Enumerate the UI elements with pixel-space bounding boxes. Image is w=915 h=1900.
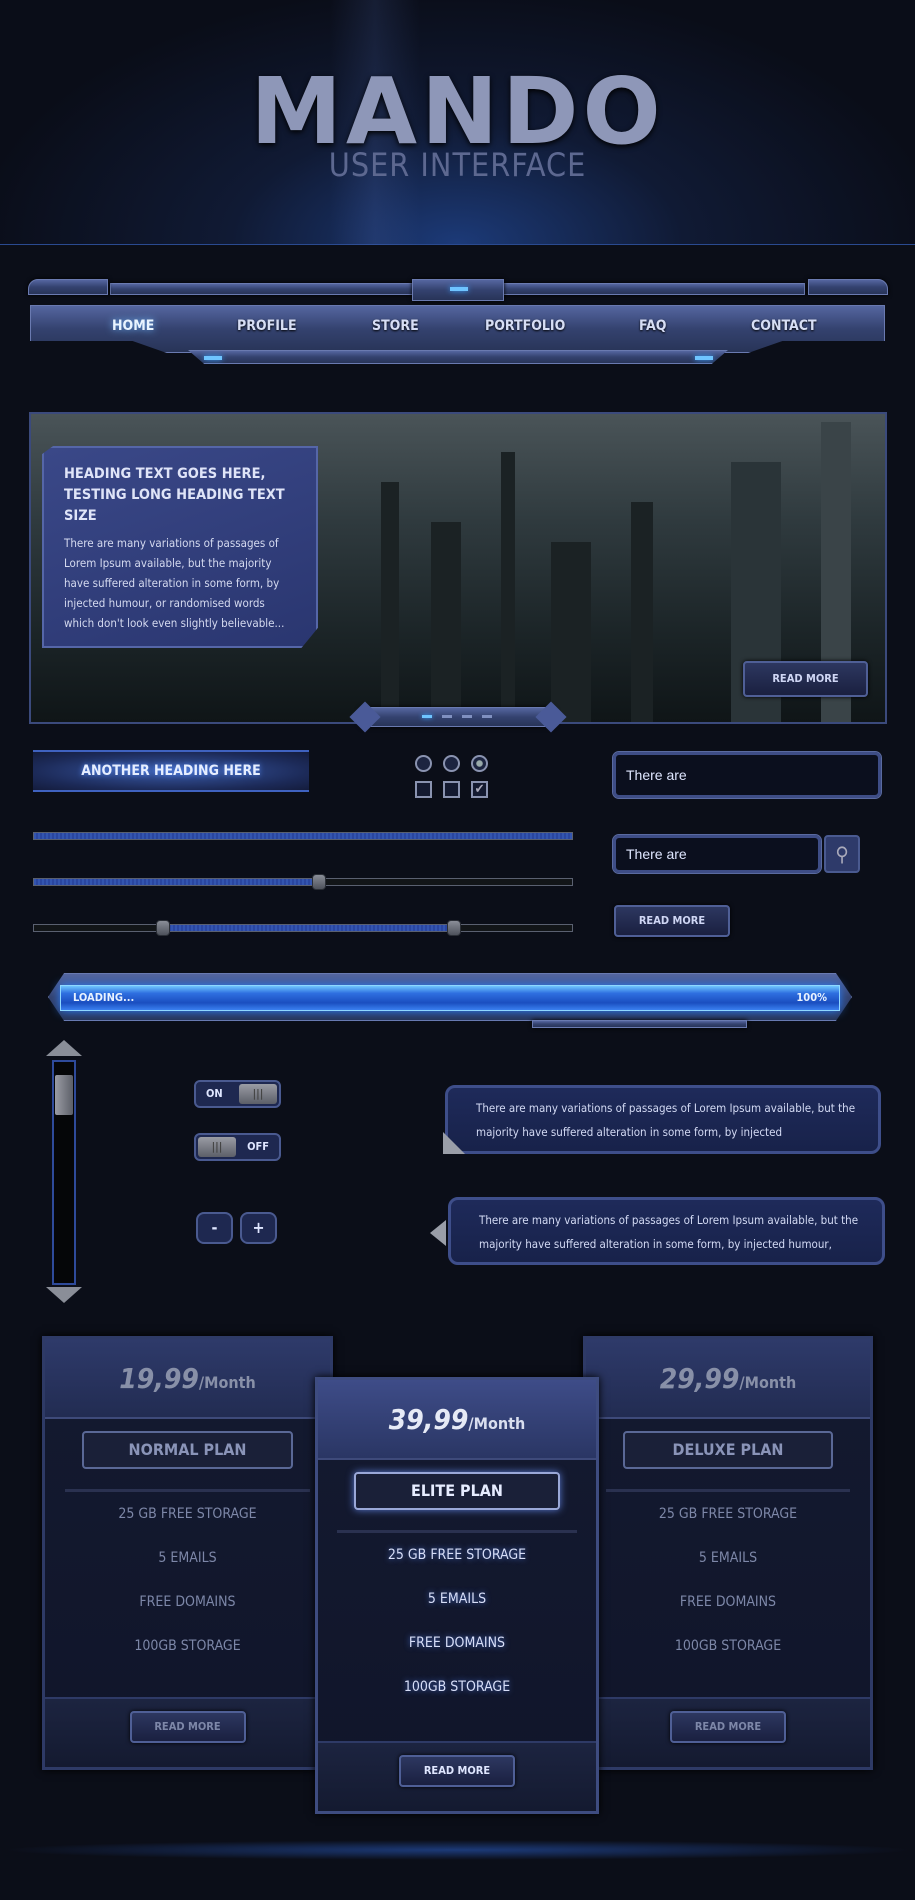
main-nav: HOME PROFILE STORE PORTFOLIO FAQ CONTACT <box>30 305 885 353</box>
toggle-off[interactable]: ||| OFF <box>194 1133 281 1161</box>
toggle-off-label: OFF <box>247 1140 269 1153</box>
radio-1[interactable] <box>415 755 432 772</box>
nav-right-cap <box>808 279 888 295</box>
plan-button[interactable]: DELUXE PLAN <box>622 1431 834 1469</box>
pricing-read-more-button[interactable]: READ MORE <box>670 1711 786 1743</box>
scroll-down-arrow-icon[interactable] <box>46 1287 82 1303</box>
progress-under-frame <box>532 1020 747 1028</box>
tooltip-2: There are many variations of passages of… <box>448 1197 885 1265</box>
slider-dot-4[interactable] <box>482 715 492 718</box>
nav-left-cap <box>28 279 108 295</box>
checkbox-3-checked[interactable]: ✔ <box>471 781 488 798</box>
feature: 25 GB FREE STORAGE <box>387 1547 527 1563</box>
progress-value: 100% <box>796 991 827 1004</box>
slider-heading: HEADING TEXT GOES HERE, TESTING LONG HEA… <box>64 466 285 524</box>
feature: 5 EMAILS <box>158 1550 217 1566</box>
price: 29,99/Month <box>586 1339 870 1419</box>
slider-thumb-max[interactable] <box>446 920 461 936</box>
price: 19,99/Month <box>45 1339 330 1419</box>
search-input[interactable] <box>612 834 822 874</box>
range-slider-full[interactable] <box>33 832 573 840</box>
pricing-card-deluxe: 29,99/Month DELUXE PLAN 25 GB FREE STORA… <box>583 1336 873 1770</box>
feature: FREE DOMAINS <box>679 1594 777 1610</box>
feature: 100GB STORAGE <box>403 1679 511 1695</box>
pricing-card-normal: 19,99/Month NORMAL PLAN 25 GB FREE STORA… <box>42 1336 333 1770</box>
tooltip-pointer-left-icon <box>430 1220 446 1246</box>
checkbox-1[interactable] <box>415 781 432 798</box>
progress-bar: LOADING... 100% <box>60 985 840 1011</box>
slider-dot-1[interactable] <box>422 715 432 718</box>
page-subtitle: USER INTERFACE <box>328 146 587 184</box>
nav-top-cap <box>412 279 504 301</box>
nav-item-profile[interactable]: PROFILE <box>237 318 297 334</box>
nav-item-home[interactable]: HOME <box>112 318 154 334</box>
feature: 100GB STORAGE <box>134 1638 241 1654</box>
radio-3-selected[interactable] <box>471 755 488 772</box>
read-more-button[interactable]: READ MORE <box>614 905 730 937</box>
feature: 5 EMAILS <box>698 1550 758 1566</box>
plan-button[interactable]: NORMAL PLAN <box>82 1431 293 1469</box>
nav-item-store[interactable]: STORE <box>372 318 419 334</box>
footer-glow <box>0 1840 915 1860</box>
feature: 25 GB FREE STORAGE <box>658 1506 798 1522</box>
plus-button[interactable]: + <box>240 1212 277 1244</box>
tooltip-pointer-icon <box>443 1132 465 1154</box>
slider-thumb-min[interactable] <box>156 920 171 936</box>
toggle-on[interactable]: ON ||| <box>194 1080 281 1108</box>
pricing-read-more-button[interactable]: READ MORE <box>399 1755 515 1787</box>
toggle-on-label: ON <box>206 1087 223 1100</box>
pricing-card-elite: 39,99/Month ELITE PLAN 25 GB FREE STORAG… <box>315 1377 599 1814</box>
range-slider-dual[interactable] <box>33 920 573 936</box>
progress-label: LOADING... <box>73 991 135 1004</box>
plan-button[interactable]: ELITE PLAN <box>354 1472 560 1510</box>
slider-pagination <box>360 707 555 727</box>
radio-2[interactable] <box>443 755 460 772</box>
slider-caption-box: HEADING TEXT GOES HERE, TESTING LONG HEA… <box>42 446 318 648</box>
slider-dot-3[interactable] <box>462 715 472 718</box>
search-icon[interactable]: ⚲ <box>824 835 860 873</box>
price: 39,99/Month <box>318 1380 596 1460</box>
feature: FREE DOMAINS <box>139 1594 236 1610</box>
slider-read-more-button[interactable]: READ MORE <box>743 661 868 697</box>
nav-item-faq[interactable]: FAQ <box>639 318 666 334</box>
feature: 100GB STORAGE <box>674 1638 782 1654</box>
section-heading: ANOTHER HEADING HERE <box>33 750 309 792</box>
scrollbar-thumb[interactable] <box>55 1075 73 1115</box>
feature: 25 GB FREE STORAGE <box>118 1506 257 1522</box>
slider-body: There are many variations of passages of… <box>64 536 285 630</box>
range-slider-single[interactable] <box>33 874 573 890</box>
minus-button[interactable]: - <box>196 1212 233 1244</box>
feature: FREE DOMAINS <box>408 1635 506 1651</box>
text-input[interactable] <box>612 751 882 799</box>
tooltip-1: There are many variations of passages of… <box>445 1085 881 1154</box>
pricing-read-more-button[interactable]: READ MORE <box>129 1711 246 1743</box>
nav-bottom-frame <box>188 350 728 364</box>
nav-item-contact[interactable]: CONTACT <box>751 318 817 334</box>
checkbox-2[interactable] <box>443 781 460 798</box>
feature: 5 EMAILS <box>427 1591 487 1607</box>
scroll-up-arrow-icon[interactable] <box>46 1040 82 1056</box>
slider-thumb[interactable] <box>312 874 327 890</box>
nav-item-portfolio[interactable]: PORTFOLIO <box>485 318 565 334</box>
slider-dot-2[interactable] <box>442 715 452 718</box>
